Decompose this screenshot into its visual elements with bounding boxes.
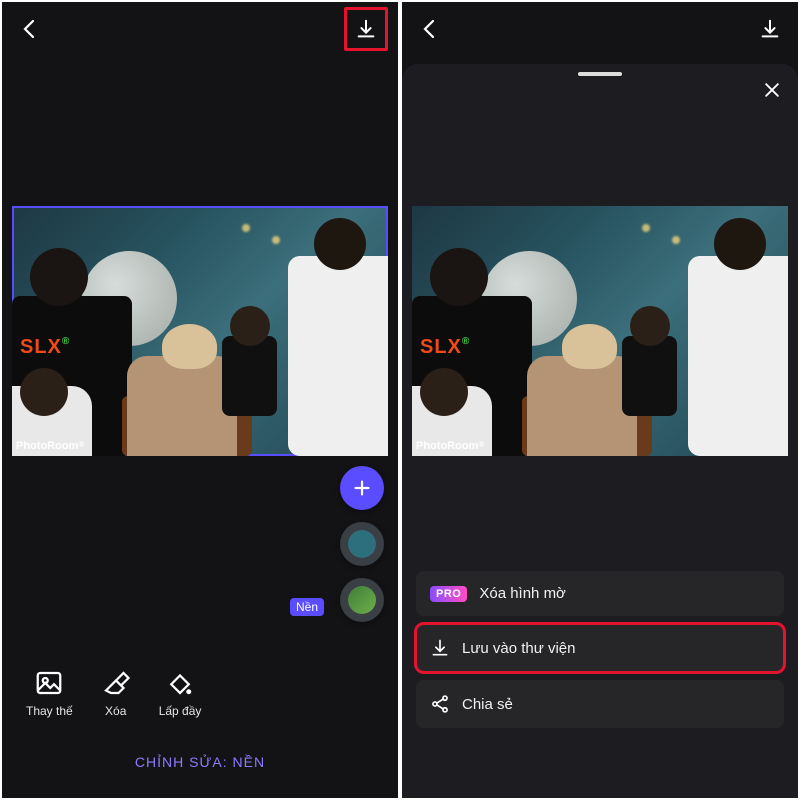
sheet-grabber[interactable]: [578, 72, 622, 76]
top-bar: [2, 2, 398, 56]
background-layer-label: Nền: [290, 598, 324, 616]
edited-image[interactable]: SLX® PhotoRoom®: [12, 206, 388, 456]
close-button[interactable]: [756, 74, 788, 106]
top-bar: [402, 2, 798, 56]
save-to-library-label: Lưu vào thư viện: [462, 640, 575, 657]
back-button[interactable]: [12, 11, 48, 47]
remove-watermark-label: Xóa hình mờ: [479, 585, 566, 602]
export-menu: PRO Xóa hình mờ Lưu vào thư viện Chia sẻ: [416, 571, 784, 728]
download-button[interactable]: [752, 11, 788, 47]
shirt-logo: SLX®: [420, 336, 470, 359]
share-item[interactable]: Chia sẻ: [416, 680, 784, 728]
fill-label: Lấp đầy: [159, 704, 202, 718]
save-to-library-item[interactable]: Lưu vào thư viện: [416, 624, 784, 672]
eraser-icon: [101, 668, 131, 698]
fill-tool[interactable]: Lấp đầy: [159, 668, 202, 718]
replace-label: Thay thế: [26, 704, 73, 718]
replace-tool[interactable]: Thay thế: [26, 668, 73, 718]
remove-watermark-item[interactable]: PRO Xóa hình mờ: [416, 571, 784, 616]
preview-image: SLX® PhotoRoom®: [412, 206, 788, 456]
export-screen: SLX® PhotoRoom® PRO Xóa hình mờ Lưu vào …: [402, 2, 798, 798]
export-sheet: SLX® PhotoRoom® PRO Xóa hình mờ Lưu vào …: [402, 64, 798, 798]
erase-label: Xóa: [105, 704, 126, 718]
canvas[interactable]: SLX® PhotoRoom® Nền: [2, 206, 398, 456]
shirt-logo: SLX®: [20, 336, 70, 359]
fill-icon: [165, 668, 195, 698]
pro-badge: PRO: [430, 586, 467, 602]
preview: SLX® PhotoRoom®: [402, 206, 798, 456]
background-layer-button[interactable]: Nền: [340, 578, 384, 622]
image-icon: [34, 668, 64, 698]
bottom-toolbar: Thay thế Xóa Lấp đầy: [2, 668, 398, 718]
back-button[interactable]: [412, 11, 448, 47]
download-button[interactable]: [344, 7, 388, 51]
editor-screen: SLX® PhotoRoom® Nền Thay thế: [2, 2, 398, 798]
add-layer-button[interactable]: [340, 466, 384, 510]
editing-mode-label: CHỈNH SỬA: NỀN: [2, 754, 398, 770]
watermark: PhotoRoom®: [416, 440, 484, 452]
download-icon: [430, 638, 450, 658]
share-icon: [430, 694, 450, 714]
share-label: Chia sẻ: [462, 696, 513, 713]
watermark: PhotoRoom®: [16, 440, 84, 452]
erase-tool[interactable]: Xóa: [101, 668, 131, 718]
subject-layer-button[interactable]: [340, 522, 384, 566]
layer-controls: Nền: [340, 466, 384, 622]
